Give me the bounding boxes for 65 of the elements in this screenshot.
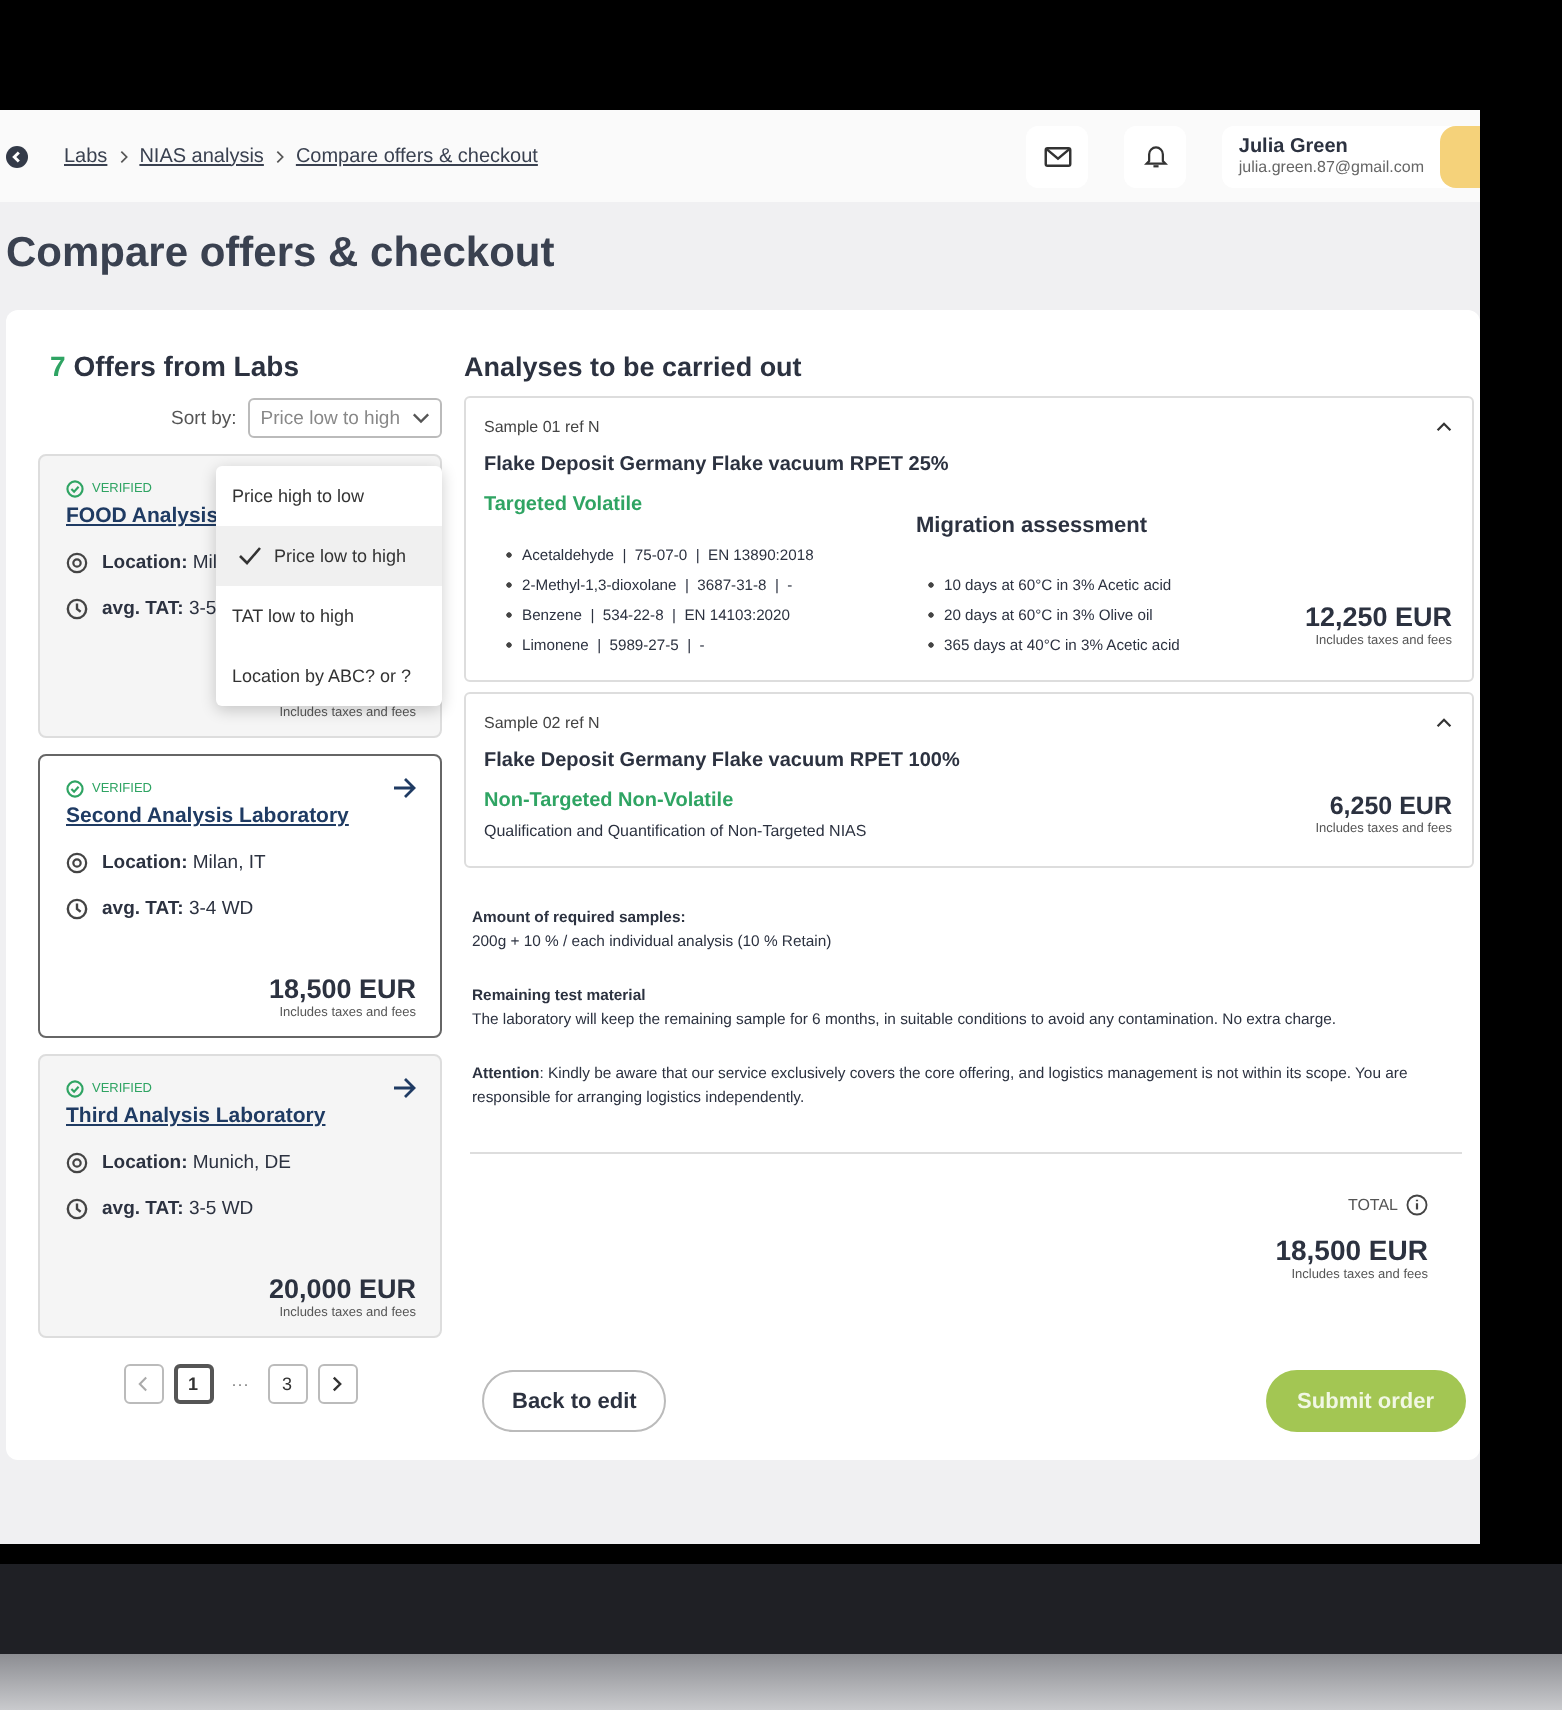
sample-name: Flake Deposit Germany Flake vacuum RPET 100%	[484, 750, 962, 772]
chevron-left-icon	[138, 1376, 148, 1392]
clock-icon	[66, 598, 88, 620]
analysis-description: Qualification and Quantification of Non-Targeted NIAS	[484, 822, 869, 840]
mail-icon	[1043, 145, 1072, 167]
total-label: TOTAL	[1347, 1196, 1398, 1214]
lab-price: 18,500 EUR	[268, 974, 416, 1004]
location-text: Location: Munich, DE	[102, 1152, 291, 1174]
lab-name-link[interactable]: Second Analysis Laboratory	[66, 804, 416, 828]
location-text: Location: Mil	[102, 552, 218, 574]
notifications-button[interactable]	[1124, 125, 1187, 187]
verified-icon	[66, 779, 84, 797]
offers-title: Offers from Labs	[73, 350, 299, 382]
sample-price: 12,250 EUR	[1304, 602, 1452, 632]
lab-price: 20,000 EUR	[268, 1274, 416, 1304]
clock-icon	[66, 1198, 88, 1220]
section-title: Analyses to be carried out	[464, 352, 804, 382]
breadcrumb-link[interactable]: Compare offers & checkout	[295, 145, 538, 167]
pagination-ellipsis: ···	[231, 1374, 249, 1394]
user-card[interactable]: Julia Green julia.green.87@gmail.com	[1222, 125, 1480, 187]
info-icon[interactable]	[1406, 1194, 1428, 1216]
location-text: Location: Milan, IT	[102, 852, 266, 874]
sort-dropdown[interactable]: Price low to high	[248, 398, 442, 438]
arrow-right-icon[interactable]	[392, 776, 416, 800]
breadcrumb-link[interactable]: NIAS analysis	[139, 145, 264, 167]
sort-option[interactable]: Price high to low	[216, 466, 442, 526]
verified-icon	[66, 479, 84, 497]
back-to-edit-button[interactable]: Back to edit	[482, 1370, 667, 1432]
sample-ref: Sample 01 ref N	[484, 418, 600, 436]
tat-text: avg. TAT: 3-5 WD	[102, 1198, 254, 1220]
user-email: julia.green.87@gmail.com	[1238, 158, 1424, 176]
check-icon	[238, 546, 262, 566]
chevron-right-icon	[275, 149, 284, 163]
clock-icon	[66, 898, 88, 920]
back-icon[interactable]	[6, 145, 28, 167]
sort-option[interactable]: Price low to high	[216, 526, 442, 586]
page-button[interactable]: 3	[267, 1364, 307, 1404]
user-name: Julia Green	[1238, 136, 1350, 158]
chevron-up-icon[interactable]	[1436, 422, 1452, 432]
chevron-right-icon	[332, 1376, 342, 1392]
tat-text: avg. TAT: 3-4 WD	[102, 898, 254, 920]
arrow-right-icon[interactable]	[392, 1076, 416, 1100]
page-title: Compare offers & checkout	[6, 230, 557, 280]
migration-title: Migration assessment	[916, 514, 1150, 538]
chevron-up-icon[interactable]	[1436, 718, 1452, 728]
page-button[interactable]: 1	[173, 1364, 213, 1404]
offers-count: 7	[50, 350, 66, 382]
sort-option[interactable]: TAT low to high	[216, 586, 442, 646]
sample-name: Flake Deposit Germany Flake vacuum RPET 25%	[484, 454, 951, 476]
tat-text: avg. TAT: 3-5	[102, 598, 217, 620]
chevron-right-icon	[119, 149, 128, 163]
mail-button[interactable]	[1026, 125, 1089, 187]
bell-icon	[1143, 142, 1168, 170]
sort-option[interactable]: Location by ABC? or ?	[216, 646, 442, 706]
next-page-button[interactable]	[317, 1364, 357, 1404]
chevron-down-icon	[412, 412, 430, 424]
analysis-type: Targeted Volatile	[484, 494, 645, 516]
sample-price: 6,250 EUR	[1329, 792, 1452, 820]
total-price: 18,500 EUR	[1275, 1234, 1428, 1266]
analysis-type: Non-Targeted Non-Volatile	[484, 790, 736, 812]
sample-ref: Sample 02 ref N	[484, 714, 600, 732]
sort-label: Sort by:	[171, 407, 237, 429]
breadcrumb-link[interactable]: Labs	[64, 145, 108, 167]
verified-icon	[66, 1079, 84, 1097]
lab-name-link[interactable]: Third Analysis Laboratory	[66, 1104, 416, 1128]
